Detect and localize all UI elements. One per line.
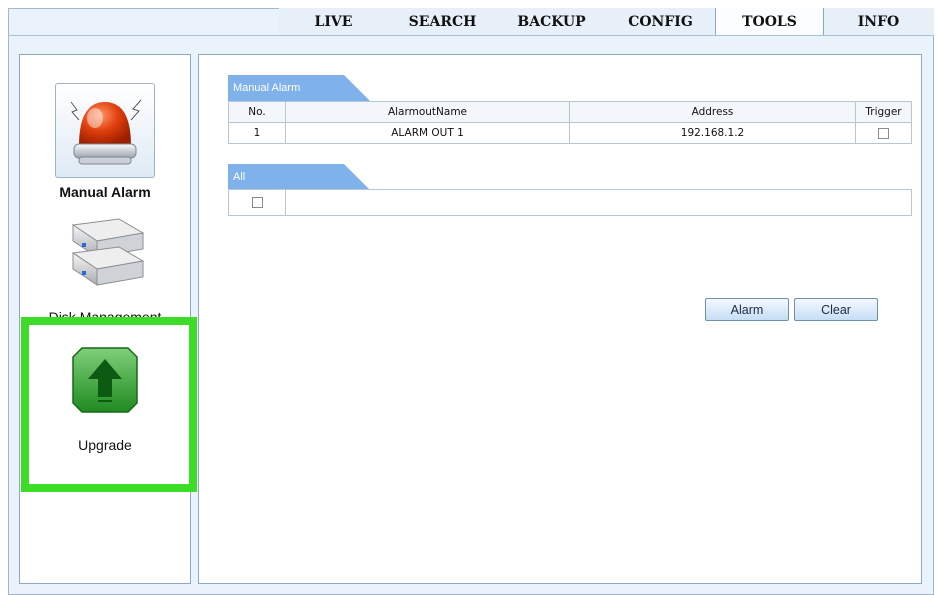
tab-tools[interactable]: TOOLS (715, 8, 824, 35)
all-empty-cell (285, 189, 912, 216)
tab-live[interactable]: LIVE (279, 8, 388, 35)
tab-info[interactable]: INFO (824, 8, 933, 35)
col-address: Address (569, 101, 856, 123)
manual-alarm-panel: Manual Alarm No. AlarmoutName Address Tr… (198, 54, 922, 584)
row-trigger-cell (855, 122, 912, 144)
sidebar-item-label: Disk Management (48, 309, 162, 325)
trigger-checkbox[interactable] (878, 127, 889, 139)
section-header-manual-alarm: Manual Alarm (228, 75, 370, 101)
sidebar-item-disk-management[interactable]: Disk Management (20, 215, 190, 325)
table-row (228, 189, 912, 216)
sidebar-item-manual-alarm[interactable]: Manual Alarm (20, 83, 190, 200)
tools-sidebar: Manual Alarm Disk Management Upgrade (19, 54, 191, 584)
alarm-table: No. AlarmoutName Address Trigger 1 ALARM… (228, 101, 912, 144)
row-name: ALARM OUT 1 (285, 122, 570, 144)
alarm-button[interactable]: Alarm (705, 298, 789, 321)
nav-divider (8, 35, 934, 36)
row-address: 192.168.1.2 (569, 122, 856, 144)
sidebar-item-label: Manual Alarm (59, 184, 151, 200)
sidebar-item-upgrade[interactable]: Upgrade (20, 345, 190, 453)
upgrade-arrow-icon (72, 347, 138, 413)
tab-config[interactable]: CONFIG (606, 8, 715, 35)
section-header-all: All (228, 164, 370, 190)
col-alarmout-name: AlarmoutName (285, 101, 570, 123)
table-row: 1 ALARM OUT 1 192.168.1.2 (228, 122, 912, 144)
section-title: All (233, 171, 246, 183)
all-table (228, 189, 912, 216)
all-checkbox[interactable] (251, 197, 263, 208)
col-trigger: Trigger (855, 101, 912, 123)
col-no: No. (228, 101, 286, 123)
table-header-row: No. AlarmoutName Address Trigger (228, 101, 912, 123)
alarm-siren-icon (69, 99, 143, 165)
top-nav: LIVE SEARCH BACKUP CONFIG TOOLS INFO (279, 8, 934, 35)
section-title: Manual Alarm (233, 82, 301, 94)
selected-icon-frame (55, 83, 155, 178)
tab-backup[interactable]: BACKUP (497, 8, 606, 35)
section-tab-shape (228, 164, 370, 190)
row-no: 1 (228, 122, 286, 144)
clear-button[interactable]: Clear (794, 298, 878, 321)
hard-disk-icon (71, 218, 145, 286)
all-checkbox-cell (228, 189, 286, 216)
sidebar-item-label: Upgrade (78, 437, 132, 453)
tab-search[interactable]: SEARCH (388, 8, 497, 35)
